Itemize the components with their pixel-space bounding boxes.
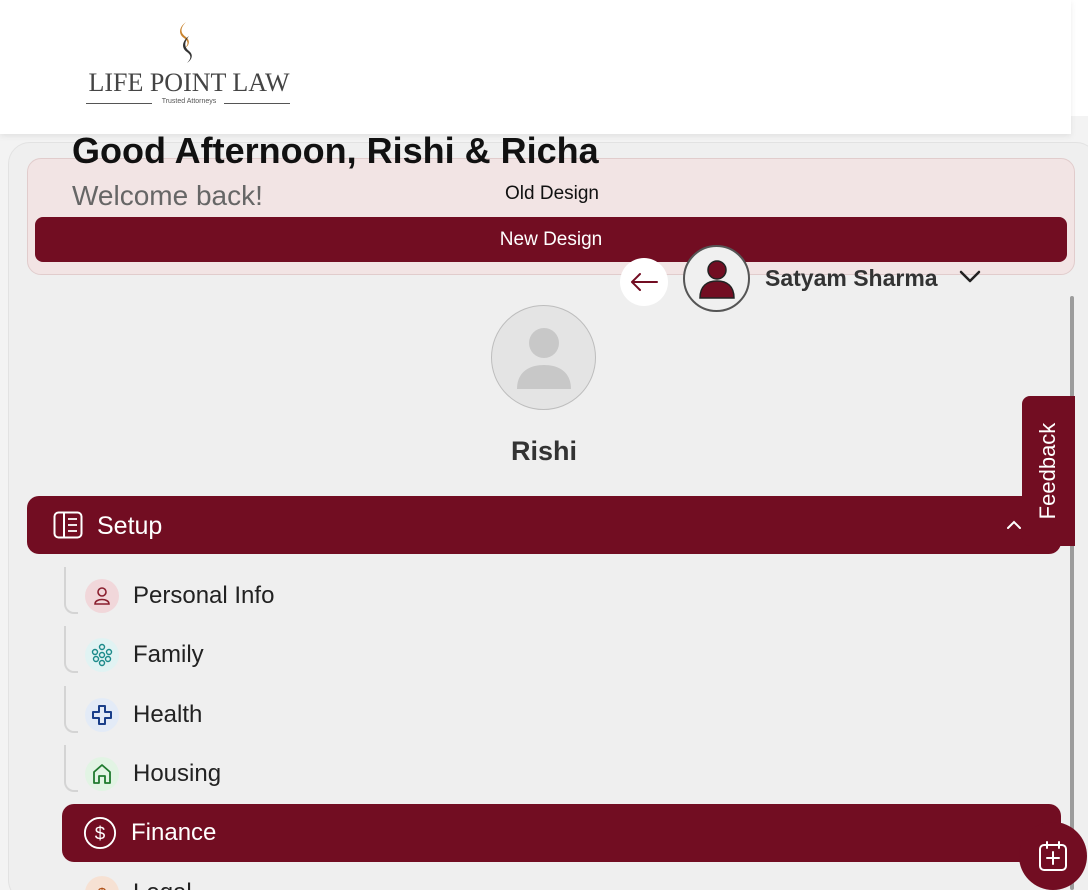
greeting-title: Good Afternoon, Rishi & Richa xyxy=(72,130,599,171)
setup-label: Setup xyxy=(97,512,163,540)
feedback-tab[interactable]: Feedback xyxy=(1022,396,1075,546)
top-header: LIFE POINT LAW Trusted Attorneys xyxy=(0,0,1071,134)
setup-section-header[interactable]: Setup xyxy=(27,496,1061,554)
logo-divider-left xyxy=(86,103,152,104)
user-icon xyxy=(698,259,735,299)
house-icon xyxy=(85,757,119,791)
greeting-subtitle: Welcome back! xyxy=(72,180,263,211)
menu-item-label: Health xyxy=(133,701,203,728)
person-icon xyxy=(85,579,119,613)
user-avatar[interactable] xyxy=(683,245,750,312)
menu-item-legal[interactable]: $ Legal xyxy=(64,864,1061,890)
menu-item-housing[interactable]: Housing xyxy=(64,745,1061,803)
brand-tagline: Trusted Attorneys xyxy=(161,98,217,105)
flame-logo-icon xyxy=(180,22,192,63)
menu-item-family[interactable]: Family xyxy=(64,626,1061,684)
profile-photo[interactable] xyxy=(491,305,596,410)
back-button[interactable] xyxy=(620,258,668,306)
tree-connector xyxy=(64,567,78,614)
book-icon xyxy=(53,511,83,539)
svg-text:$: $ xyxy=(98,886,107,890)
chevron-down-icon[interactable] xyxy=(958,268,982,286)
menu-item-personal-info[interactable]: Personal Info xyxy=(64,567,1061,625)
avatar-placeholder-icon xyxy=(516,327,571,389)
menu-item-health[interactable]: Health xyxy=(64,686,1061,744)
add-note-button[interactable] xyxy=(1019,822,1087,890)
dollar-icon: $ xyxy=(83,816,117,850)
calendar-plus-icon xyxy=(1039,841,1067,871)
health-cross-icon xyxy=(85,698,119,732)
family-icon xyxy=(85,638,119,672)
profile-name: Rishi xyxy=(510,436,577,466)
tree-connector xyxy=(64,626,78,673)
menu-item-label: Personal Info xyxy=(133,582,275,609)
user-name[interactable]: Satyam Sharma xyxy=(765,265,938,292)
svg-text:$: $ xyxy=(95,824,106,845)
scrollbar[interactable] xyxy=(1070,296,1074,890)
chevron-up-icon xyxy=(1007,520,1021,529)
brand-name: LIFE POINT LAW xyxy=(88,68,290,97)
menu-item-label: Family xyxy=(133,641,204,668)
logo-divider-right xyxy=(224,103,290,104)
feedback-label: Feedback xyxy=(1035,422,1060,520)
header-edge xyxy=(1071,0,1088,116)
menu-item-label: Legal xyxy=(133,879,192,890)
menu-item-label: Finance xyxy=(131,819,217,846)
tree-connector xyxy=(64,686,78,733)
brand-logo[interactable]: LIFE POINT LAW Trusted Attorneys xyxy=(84,20,294,110)
arrow-left-icon xyxy=(631,273,658,291)
menu-item-finance[interactable]: $ Finance xyxy=(62,804,1061,862)
design-switcher: Old Design New Design xyxy=(27,158,1075,275)
legal-icon: $ xyxy=(85,876,119,890)
tree-connector xyxy=(64,745,78,792)
menu-item-label: Housing xyxy=(133,760,222,787)
new-design-option[interactable]: New Design xyxy=(35,217,1067,262)
